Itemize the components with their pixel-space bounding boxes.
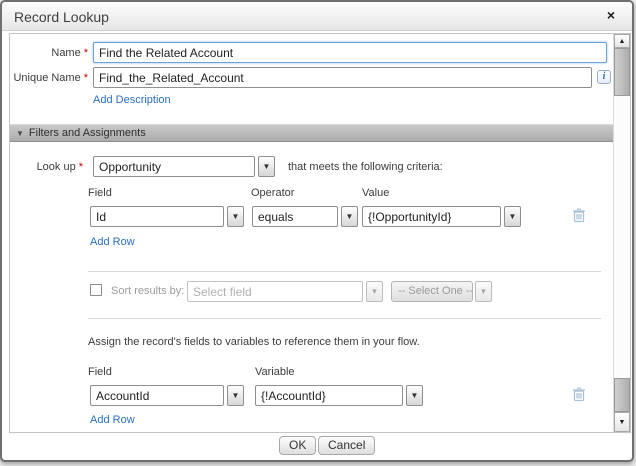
sort-field-dropdown-button[interactable]: ▼ [366, 281, 383, 302]
filters-assignments-section-header[interactable]: ▼ Filters and Assignments [10, 124, 613, 142]
record-lookup-dialog: Record Lookup × Name* Unique Name* i Add… [0, 0, 634, 462]
chevron-down-icon: ▼ [371, 287, 379, 296]
assign-variable-input[interactable] [255, 385, 403, 406]
assign-variable-dropdown-button[interactable]: ▼ [406, 385, 423, 406]
sort-order-dropdown-button[interactable]: ▼ [475, 281, 492, 302]
criteria-value-dropdown-button[interactable]: ▼ [504, 206, 521, 227]
section-header-label: Filters and Assignments [29, 127, 146, 139]
criteria-text: that meets the following criteria: [288, 161, 443, 173]
criteria-value-input[interactable] [362, 206, 501, 227]
close-icon[interactable]: × [607, 8, 615, 22]
lookup-object-input[interactable] [93, 156, 255, 177]
collapse-icon: ▼ [16, 129, 24, 138]
dialog-scroll-area: Name* Unique Name* i Add Description ▼ Fi… [9, 33, 631, 433]
column-header-operator: Operator [251, 187, 294, 199]
scroll-up-icon: ▲ [619, 38, 626, 45]
assign-field-input[interactable] [90, 385, 224, 406]
chevron-down-icon: ▼ [232, 212, 240, 221]
info-icon[interactable]: i [597, 70, 611, 84]
delete-row-icon[interactable] [572, 208, 586, 223]
column-header-field: Field [88, 187, 112, 199]
divider [88, 271, 601, 272]
dialog-titlebar: Record Lookup × [2, 2, 632, 31]
unique-name-label: Unique Name* [10, 72, 88, 84]
scrollbar-thumb[interactable] [614, 48, 630, 96]
divider [88, 318, 601, 319]
name-input[interactable] [93, 42, 607, 63]
scroll-up-button[interactable]: ▲ [614, 34, 630, 48]
dialog-title: Record Lookup [14, 9, 109, 25]
criteria-field-dropdown-button[interactable]: ▼ [227, 206, 244, 227]
lookup-dropdown-button[interactable]: ▼ [258, 156, 275, 177]
required-asterisk: * [76, 161, 83, 173]
assign-instruction: Assign the record's fields to variables … [88, 336, 420, 348]
chevron-down-icon: ▼ [263, 162, 271, 171]
unique-name-input[interactable] [93, 67, 592, 88]
cancel-button[interactable]: Cancel [318, 436, 375, 455]
chevron-down-icon: ▼ [509, 212, 517, 221]
add-description-link[interactable]: Add Description [93, 94, 171, 106]
criteria-field-input[interactable] [90, 206, 224, 227]
criteria-add-row-link[interactable]: Add Row [90, 236, 135, 248]
scroll-down-button[interactable]: ▼ [614, 412, 630, 432]
criteria-operator-dropdown-button[interactable]: ▼ [341, 206, 358, 227]
chevron-down-icon: ▼ [411, 391, 419, 400]
vertical-scrollbar[interactable]: ▲ ▼ [613, 34, 630, 432]
scroll-down-icon: ▼ [619, 419, 626, 426]
chevron-down-icon: ▼ [346, 212, 354, 221]
delete-row-icon[interactable] [572, 387, 586, 402]
sort-field-input[interactable] [187, 281, 363, 302]
chevron-down-icon: ▼ [232, 391, 240, 400]
required-asterisk: * [81, 72, 88, 84]
lookup-label: Look up* [10, 161, 83, 173]
column-header-variable: Variable [255, 366, 295, 378]
required-asterisk: * [81, 47, 88, 59]
chevron-down-icon: ▼ [480, 287, 488, 296]
criteria-operator-input[interactable] [252, 206, 338, 227]
scrollbar-thumb-lower[interactable] [614, 378, 630, 412]
sort-checkbox[interactable] [90, 284, 102, 296]
assign-add-row-link[interactable]: Add Row [90, 414, 135, 426]
sort-label: Sort results by: [111, 285, 184, 297]
column-header-field: Field [88, 366, 112, 378]
ok-button[interactable]: OK [279, 436, 316, 455]
column-header-value: Value [362, 187, 389, 199]
sort-order-select[interactable]: -- Select One -- [391, 281, 473, 302]
name-label: Name* [10, 47, 88, 59]
assign-field-dropdown-button[interactable]: ▼ [227, 385, 244, 406]
